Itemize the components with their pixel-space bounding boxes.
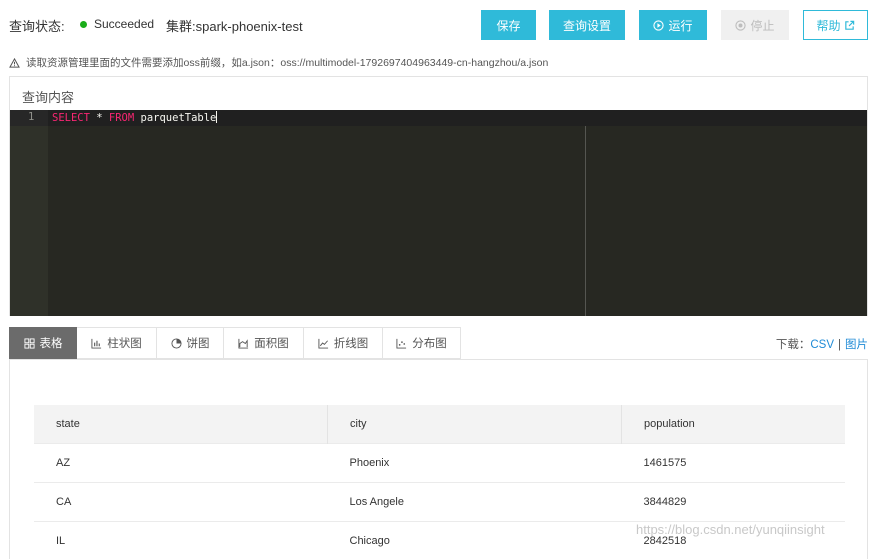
tab-pie-chart[interactable]: 饼图 <box>157 327 224 359</box>
table-header-row: state city population <box>34 405 845 444</box>
cell-state: IL <box>34 522 328 560</box>
cell-city: Los Angele <box>328 483 622 522</box>
tab-scatter-chart[interactable]: 分布图 <box>383 327 461 359</box>
column-header-city[interactable]: city <box>328 405 622 444</box>
keyword-select: SELECT <box>52 112 90 124</box>
status-dot-icon <box>80 21 87 28</box>
stop-button[interactable]: 停止 <box>721 10 789 40</box>
save-button[interactable]: 保存 <box>481 10 536 40</box>
download-label: 下载： <box>776 339 811 351</box>
cluster-name: 集群:spark-phoenix-test <box>166 16 303 35</box>
area-chart-icon <box>238 338 249 349</box>
cell-population: 3844829 <box>622 483 846 522</box>
cell-city: Phoenix <box>328 444 622 483</box>
tab-bar-chart[interactable]: 柱状图 <box>77 327 157 359</box>
status-text: Succeeded <box>94 17 154 31</box>
download-separator: | <box>838 339 841 351</box>
text-cursor <box>216 111 217 123</box>
tab-scatter-chart-label: 分布图 <box>412 335 447 351</box>
download-image-link[interactable]: 图片 <box>845 339 868 351</box>
tab-table-label: 表格 <box>40 335 63 351</box>
grid-icon <box>24 338 35 349</box>
stop-button-label: 停止 <box>750 17 774 34</box>
keyword-from: FROM <box>109 112 134 124</box>
table-row: AZ Phoenix 1461575 <box>34 444 845 483</box>
query-settings-label: 查询设置 <box>563 17 611 34</box>
column-header-state[interactable]: state <box>34 405 328 444</box>
tab-area-chart-label: 面积图 <box>254 335 289 351</box>
code-line: SELECT * FROM parquetTable <box>52 111 217 124</box>
download-csv-link[interactable]: CSV <box>810 339 834 351</box>
cell-state: CA <box>34 483 328 522</box>
table-row: CA Los Angele 3844829 <box>34 483 845 522</box>
tab-table[interactable]: 表格 <box>9 327 77 359</box>
code-table: parquetTable <box>134 112 216 124</box>
run-button-label: 运行 <box>668 17 692 34</box>
tab-line-chart-label: 折线图 <box>334 335 369 351</box>
cell-city: Chicago <box>328 522 622 560</box>
warning-icon <box>9 58 20 68</box>
top-bar: 查询状态: Succeeded 集群:spark-phoenix-test 保存… <box>0 0 877 50</box>
sql-editor[interactable]: 1 SELECT * FROM parquetTable <box>10 110 867 316</box>
run-button[interactable]: 运行 <box>639 10 707 40</box>
stop-circle-icon <box>735 20 746 31</box>
query-panel: 查询内容 1 SELECT * FROM parquetTable <box>9 76 868 316</box>
pie-chart-icon <box>171 338 182 349</box>
query-settings-button[interactable]: 查询设置 <box>549 10 625 40</box>
tab-area-chart[interactable]: 面积图 <box>224 327 304 359</box>
oss-notice: 读取资源管理里面的文件需要添加oss前缀，如a.json：oss://multi… <box>9 55 548 70</box>
play-circle-icon <box>653 20 664 31</box>
external-link-icon <box>844 20 855 31</box>
scatter-chart-icon <box>396 338 407 349</box>
bar-chart-icon <box>91 338 102 349</box>
code-star: * <box>90 112 109 124</box>
download-links: 下载：CSV | 图片 <box>776 336 868 352</box>
help-button[interactable]: 帮助 <box>803 10 868 40</box>
line-chart-icon <box>318 338 329 349</box>
watermark: https://blog.csdn.net/yunqiinsight <box>636 522 825 537</box>
query-title: 查询内容 <box>22 87 74 106</box>
status-label: 查询状态: <box>9 16 65 35</box>
cell-state: AZ <box>34 444 328 483</box>
line-number: 1 <box>28 111 34 123</box>
print-margin <box>585 126 586 316</box>
save-button-label: 保存 <box>496 17 520 34</box>
tab-pie-chart-label: 饼图 <box>187 335 210 351</box>
notice-text: 读取资源管理里面的文件需要添加oss前缀，如a.json：oss://multi… <box>26 55 548 70</box>
result-tabs: 表格 柱状图 饼图 面积图 折线图 分布图 <box>9 327 461 360</box>
tab-bar-chart-label: 柱状图 <box>107 335 142 351</box>
tab-line-chart[interactable]: 折线图 <box>304 327 383 359</box>
help-button-label: 帮助 <box>816 17 840 34</box>
cell-population: 1461575 <box>622 444 846 483</box>
column-header-population[interactable]: population <box>622 405 846 444</box>
editor-gutter <box>10 110 48 316</box>
